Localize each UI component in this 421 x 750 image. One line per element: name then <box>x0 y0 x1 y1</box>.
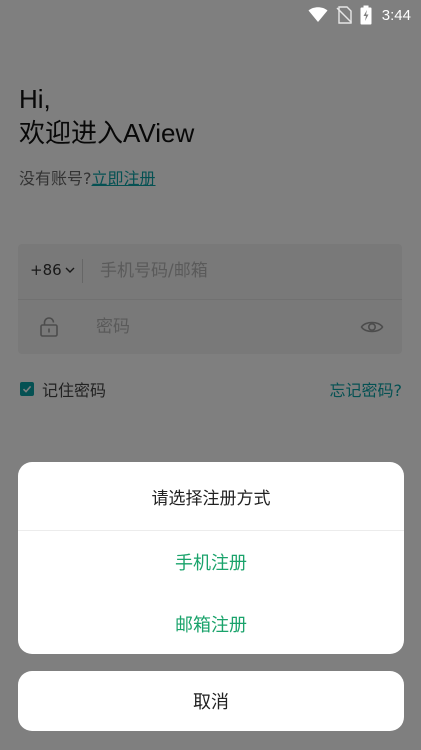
status-icons: 3:44 <box>308 4 411 26</box>
register-method-sheet: 请选择注册方式 手机注册 邮箱注册 <box>18 462 404 654</box>
battery-charging-icon <box>360 5 372 25</box>
status-bar: 3:44 <box>0 0 421 30</box>
wifi-icon <box>308 7 328 22</box>
sheet-title: 请选择注册方式 <box>18 462 404 531</box>
clock: 3:44 <box>381 6 411 24</box>
cancel-button[interactable]: 取消 <box>18 671 404 731</box>
email-register-option[interactable]: 邮箱注册 <box>18 593 404 654</box>
no-sim-icon <box>336 6 352 24</box>
phone-register-option[interactable]: 手机注册 <box>18 531 404 593</box>
